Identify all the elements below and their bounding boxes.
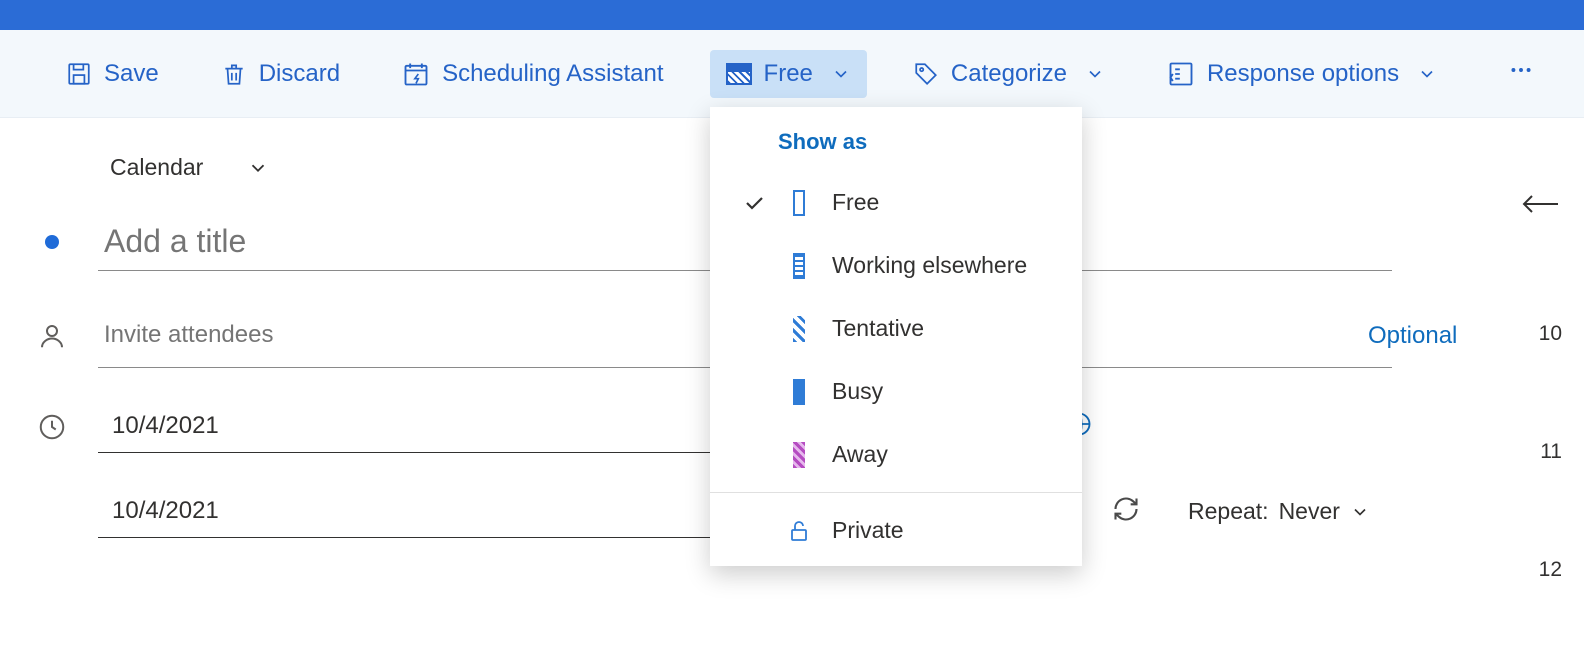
show-as-button[interactable]: Free (710, 50, 867, 98)
option-label: Free (832, 189, 879, 216)
option-label: Busy (832, 378, 883, 405)
show-as-option-free[interactable]: Free (710, 171, 1082, 234)
show-as-option-tentative[interactable]: Tentative (710, 297, 1082, 360)
private-option[interactable]: Private (710, 499, 1082, 562)
lock-open-icon (787, 518, 811, 544)
show-as-option-working-elsewhere[interactable]: Working elsewhere (710, 234, 1082, 297)
scheduling-label: Scheduling Assistant (442, 60, 663, 88)
trash-icon (221, 60, 247, 88)
showas-swatch-icon (726, 63, 752, 85)
arrow-left-icon (1520, 190, 1560, 218)
private-label: Private (832, 517, 904, 544)
chevron-down-icon (1417, 64, 1437, 84)
dropdown-header: Show as (710, 107, 1082, 171)
response-icon (1167, 60, 1195, 88)
calendar-label: Calendar (110, 154, 203, 181)
repeat-label: Repeat: (1188, 498, 1269, 525)
window-title-bar (0, 0, 1584, 30)
timeline-hour-marks: 10 11 12 (1539, 322, 1562, 582)
response-label: Response options (1207, 60, 1399, 88)
discard-label: Discard (259, 60, 340, 88)
save-button[interactable]: Save (50, 50, 175, 98)
collapse-arrow-button[interactable] (1520, 190, 1560, 223)
refresh-icon (1112, 495, 1140, 523)
tentative-swatch-icon (793, 316, 805, 342)
option-label: Away (832, 441, 888, 468)
show-as-option-busy[interactable]: Busy (710, 360, 1082, 423)
person-icon (37, 321, 67, 351)
chevron-down-icon (247, 157, 269, 179)
chevron-down-icon (1085, 64, 1105, 84)
free-swatch-icon (793, 190, 805, 216)
showas-selected-label: Free (764, 60, 813, 88)
show-as-dropdown: Show as Free Working elsewhere Tentative… (710, 107, 1082, 566)
repeat-value: Never (1279, 498, 1340, 525)
discard-button[interactable]: Discard (205, 50, 356, 98)
away-swatch-icon (793, 442, 805, 468)
show-as-option-away[interactable]: Away (710, 423, 1082, 486)
hour-mark: 11 (1540, 440, 1562, 464)
busy-swatch-icon (793, 379, 805, 405)
response-options-button[interactable]: Response options (1151, 50, 1453, 98)
working-swatch-icon (793, 253, 805, 279)
save-icon (66, 61, 92, 87)
optional-attendees-button[interactable]: Optional (1368, 322, 1457, 350)
save-label: Save (104, 60, 159, 88)
calendar-color-bullet (45, 235, 59, 249)
toolbar: Save Discard Scheduling Assistant Free C… (0, 30, 1584, 118)
divider (710, 492, 1082, 493)
categorize-label: Categorize (951, 60, 1067, 88)
calendar-bolt-icon (402, 60, 430, 88)
ellipsis-icon (1508, 57, 1534, 83)
tag-icon (913, 61, 939, 87)
more-options-button[interactable] (1498, 47, 1544, 100)
checkmark-icon (742, 191, 766, 215)
scheduling-assistant-button[interactable]: Scheduling Assistant (386, 50, 679, 98)
repeat-icon-button[interactable] (1112, 495, 1140, 528)
hour-mark: 12 (1539, 558, 1562, 582)
categorize-button[interactable]: Categorize (897, 50, 1121, 98)
hour-mark: 10 (1539, 322, 1562, 346)
chevron-down-icon (1350, 502, 1370, 522)
repeat-picker[interactable]: Never (1279, 498, 1370, 525)
clock-icon (37, 412, 67, 442)
option-label: Tentative (832, 315, 924, 342)
chevron-down-icon (831, 64, 851, 84)
option-label: Working elsewhere (832, 252, 1027, 279)
